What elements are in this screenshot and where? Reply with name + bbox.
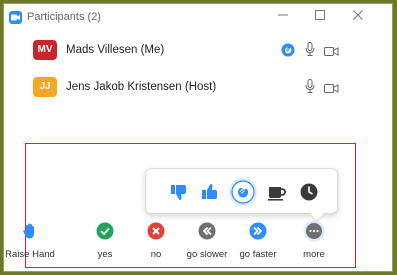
clock-icon[interactable]: [298, 181, 320, 203]
participant-row[interactable]: MV Mads Villesen (Me): [4, 37, 392, 69]
x-icon: [147, 222, 165, 240]
avatar: MV: [33, 40, 57, 60]
microphone-icon[interactable]: [305, 79, 315, 98]
participant-name: Jens Jakob Kristensen (Host): [66, 81, 217, 93]
rewind-icon: [198, 222, 216, 240]
clap-reaction-icon: [281, 43, 295, 62]
clap-icon[interactable]: [229, 178, 257, 206]
feedback-label: Raise Hand: [5, 249, 55, 260]
minimize-button[interactable]: [273, 8, 293, 26]
avatar: JJ: [33, 77, 57, 97]
participant-row[interactable]: JJ Jens Jakob Kristensen (Host): [4, 74, 392, 106]
coffee-icon[interactable]: [266, 181, 288, 203]
video-camera-icon[interactable]: [324, 81, 339, 99]
more-icon: [303, 220, 325, 242]
title-bar: Participants (2): [4, 4, 392, 30]
thumbs-up-icon[interactable]: [199, 181, 221, 203]
participants-window: Participants (2) MV Mads Villesen (Me) J…: [3, 3, 393, 272]
zoom-app-icon: [9, 11, 22, 24]
reactions-popup: [145, 168, 338, 214]
hand-icon: [21, 222, 39, 240]
close-button[interactable]: [348, 8, 368, 26]
feedback-label: go faster: [239, 249, 277, 260]
thumbs-down-icon[interactable]: [168, 181, 190, 203]
window-title: Participants (2): [27, 11, 101, 23]
maximize-button[interactable]: [310, 8, 330, 26]
fast-forward-icon: [249, 222, 267, 240]
check-icon: [96, 222, 114, 240]
participant-name: Mads Villesen (Me): [66, 44, 165, 56]
feedback-label: more: [303, 249, 325, 260]
video-camera-icon[interactable]: [324, 44, 339, 62]
microphone-icon[interactable]: [305, 42, 315, 61]
